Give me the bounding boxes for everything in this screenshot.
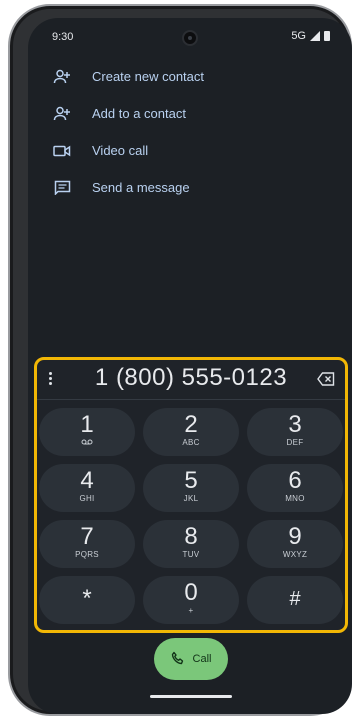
key-letters: WXYZ: [282, 550, 308, 559]
key-pound[interactable]: #: [247, 576, 343, 624]
key-digit: 3: [288, 411, 302, 438]
key-digit: 7: [80, 523, 94, 550]
person-add-icon: [52, 104, 72, 124]
key-digit: 1: [80, 411, 94, 438]
video-call-item[interactable]: Video call: [28, 132, 352, 169]
person-add-icon: [52, 67, 72, 87]
battery-icon: [324, 31, 330, 41]
signal-icon: [310, 31, 320, 41]
key-5[interactable]: 5 JKL: [143, 464, 239, 512]
send-message-item[interactable]: Send a message: [28, 169, 352, 206]
key-digit: #: [289, 588, 301, 610]
key-2[interactable]: 2 ABC: [143, 408, 239, 456]
key-6[interactable]: 6 MNO: [247, 464, 343, 512]
key-digit: 2: [184, 411, 198, 438]
screen: 9:30 5G Create new contact Add to a cont…: [28, 18, 352, 714]
key-digit: 0: [184, 579, 198, 606]
key-star[interactable]: *: [39, 576, 135, 624]
key-7[interactable]: 7 PQRS: [39, 520, 135, 568]
key-digit: 6: [288, 467, 302, 494]
key-4[interactable]: 4 GHI: [39, 464, 135, 512]
front-camera: [182, 30, 198, 46]
status-bar: 9:30 5G: [28, 18, 352, 54]
video-call-icon: [52, 141, 72, 161]
key-letters: DEF: [286, 438, 304, 447]
dialer-actions-menu: Create new contact Add to a contact Vide…: [28, 58, 352, 206]
key-letters: MNO: [285, 494, 305, 503]
key-letters: JKL: [183, 494, 199, 503]
key-1[interactable]: 1: [39, 408, 135, 456]
key-9[interactable]: 9 WXYZ: [247, 520, 343, 568]
backspace-icon[interactable]: [317, 372, 335, 386]
key-letters: +: [188, 606, 194, 615]
key-3[interactable]: 3 DEF: [247, 408, 343, 456]
key-letters: GHI: [79, 494, 95, 503]
key-digit: 4: [80, 467, 94, 494]
create-new-contact-label: Create new contact: [92, 69, 205, 84]
home-indicator[interactable]: [150, 695, 232, 698]
phone-frame: 9:30 5G Create new contact Add to a cont…: [8, 4, 352, 716]
call-label: Call: [192, 653, 212, 665]
key-digit: 9: [288, 523, 302, 550]
call-button[interactable]: Call: [154, 638, 228, 680]
status-icons: 5G: [291, 30, 330, 42]
send-message-label: Send a message: [92, 180, 190, 195]
dialed-number[interactable]: 1 (800) 555-0123: [37, 364, 345, 392]
key-letters: ABC: [182, 438, 200, 447]
key-digit: *: [82, 585, 92, 612]
video-call-label: Video call: [92, 143, 149, 158]
status-time: 9:30: [52, 31, 74, 43]
message-icon: [52, 178, 72, 198]
key-digit: 5: [184, 467, 198, 494]
phone-icon: [171, 651, 185, 668]
key-digit: 8: [184, 523, 198, 550]
number-display: 1 (800) 555-0123: [37, 360, 345, 400]
create-new-contact-item[interactable]: Create new contact: [28, 58, 352, 95]
key-0[interactable]: 0 +: [143, 576, 239, 624]
dialpad: 1 (800) 555-0123 1 2 ABC 3 DEF 4 GHI 5 J…: [34, 357, 348, 633]
add-to-contact-label: Add to a contact: [92, 106, 186, 121]
voicemail-icon: [39, 438, 135, 447]
network-label: 5G: [291, 30, 306, 42]
key-8[interactable]: 8 TUV: [143, 520, 239, 568]
add-to-contact-item[interactable]: Add to a contact: [28, 95, 352, 132]
key-letters: PQRS: [75, 550, 99, 559]
key-letters: TUV: [182, 550, 200, 559]
